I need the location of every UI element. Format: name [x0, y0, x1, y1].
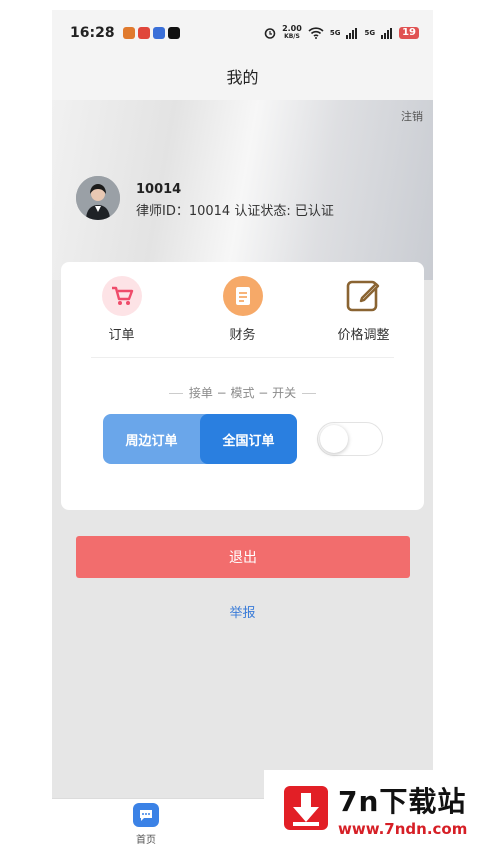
menu-label: 订单 — [108, 328, 135, 343]
order-receiving-toggle[interactable] — [317, 422, 383, 456]
nav-bar: 我的 — [52, 56, 433, 100]
signal-label-1: 5G — [329, 29, 341, 37]
tab-label: 首页 — [136, 835, 156, 846]
watermark-brand: 7n下载站 — [338, 785, 467, 818]
alarm-icon — [264, 28, 276, 39]
page-title: 我的 — [226, 68, 259, 87]
status-time: 16:28 — [70, 25, 115, 41]
nationwide-orders-button[interactable]: 全国订单 — [200, 414, 297, 464]
wifi-icon — [308, 27, 324, 39]
chat-bubble-icon — [133, 803, 159, 827]
menu-label: 财务 — [229, 328, 256, 343]
document-icon — [222, 276, 263, 316]
signal-icon — [381, 27, 393, 39]
function-card: 订单 财务 价格调整 接单 − 模式 − 开关 周边订单 全国订单 — [61, 262, 424, 510]
tab-home[interactable]: 首页 — [128, 803, 164, 846]
report-link[interactable]: 举报 — [52, 602, 433, 621]
status-indicators: 2.00 KB/S 5G 5G 19 — [264, 25, 419, 41]
app-notification-icon — [122, 27, 135, 39]
menu-item-orders[interactable]: 订单 — [61, 276, 182, 343]
quick-menu: 订单 财务 价格调整 — [61, 276, 424, 343]
logout-button[interactable]: 退出 — [76, 536, 410, 578]
watermark: 7n下载站 www.7ndn.com — [264, 770, 478, 850]
dash-decoration — [302, 393, 317, 394]
divider — [91, 357, 394, 358]
signal-icon — [346, 27, 358, 39]
deregister-link[interactable]: 注销 — [401, 108, 423, 124]
watermark-url: www.7ndn.com — [338, 820, 468, 838]
toggle-knob — [320, 425, 348, 453]
menu-item-finance[interactable]: 财务 — [182, 276, 303, 343]
download-logo-icon — [282, 784, 330, 832]
menu-item-price-adjust[interactable]: 价格调整 — [303, 276, 424, 343]
nearby-orders-button[interactable]: 周边订单 — [103, 414, 200, 464]
phone-screen: 16:28 2.00 KB/S 5G 5G 19 我的 注销 10014 律师I… — [52, 10, 433, 850]
status-bar: 16:28 2.00 KB/S 5G 5G 19 — [52, 10, 433, 56]
order-scope-selector: 周边订单 全国订单 — [103, 414, 297, 464]
dash-decoration — [168, 393, 183, 394]
tiktok-icon — [167, 27, 180, 39]
app-notification-icon — [152, 27, 165, 39]
signal-label-2: 5G — [364, 29, 376, 37]
mode-section-title: 接单 − 模式 − 开关 — [61, 384, 424, 401]
profile-header: 注销 10014 律师ID：10014 认证状态: 已认证 — [52, 100, 433, 280]
net-speed: 2.00 KB/S — [282, 24, 302, 41]
lawyer-info: 律师ID：10014 认证状态: 已认证 — [136, 204, 334, 219]
notification-icons — [122, 27, 180, 39]
battery-icon: 19 — [399, 27, 419, 39]
edit-icon — [344, 276, 384, 316]
avatar[interactable] — [76, 176, 120, 220]
app-notification-icon — [137, 27, 150, 39]
user-id: 10014 — [136, 182, 182, 197]
cart-icon — [101, 276, 142, 316]
menu-label: 价格调整 — [337, 328, 390, 343]
user-photo-icon — [76, 176, 120, 220]
